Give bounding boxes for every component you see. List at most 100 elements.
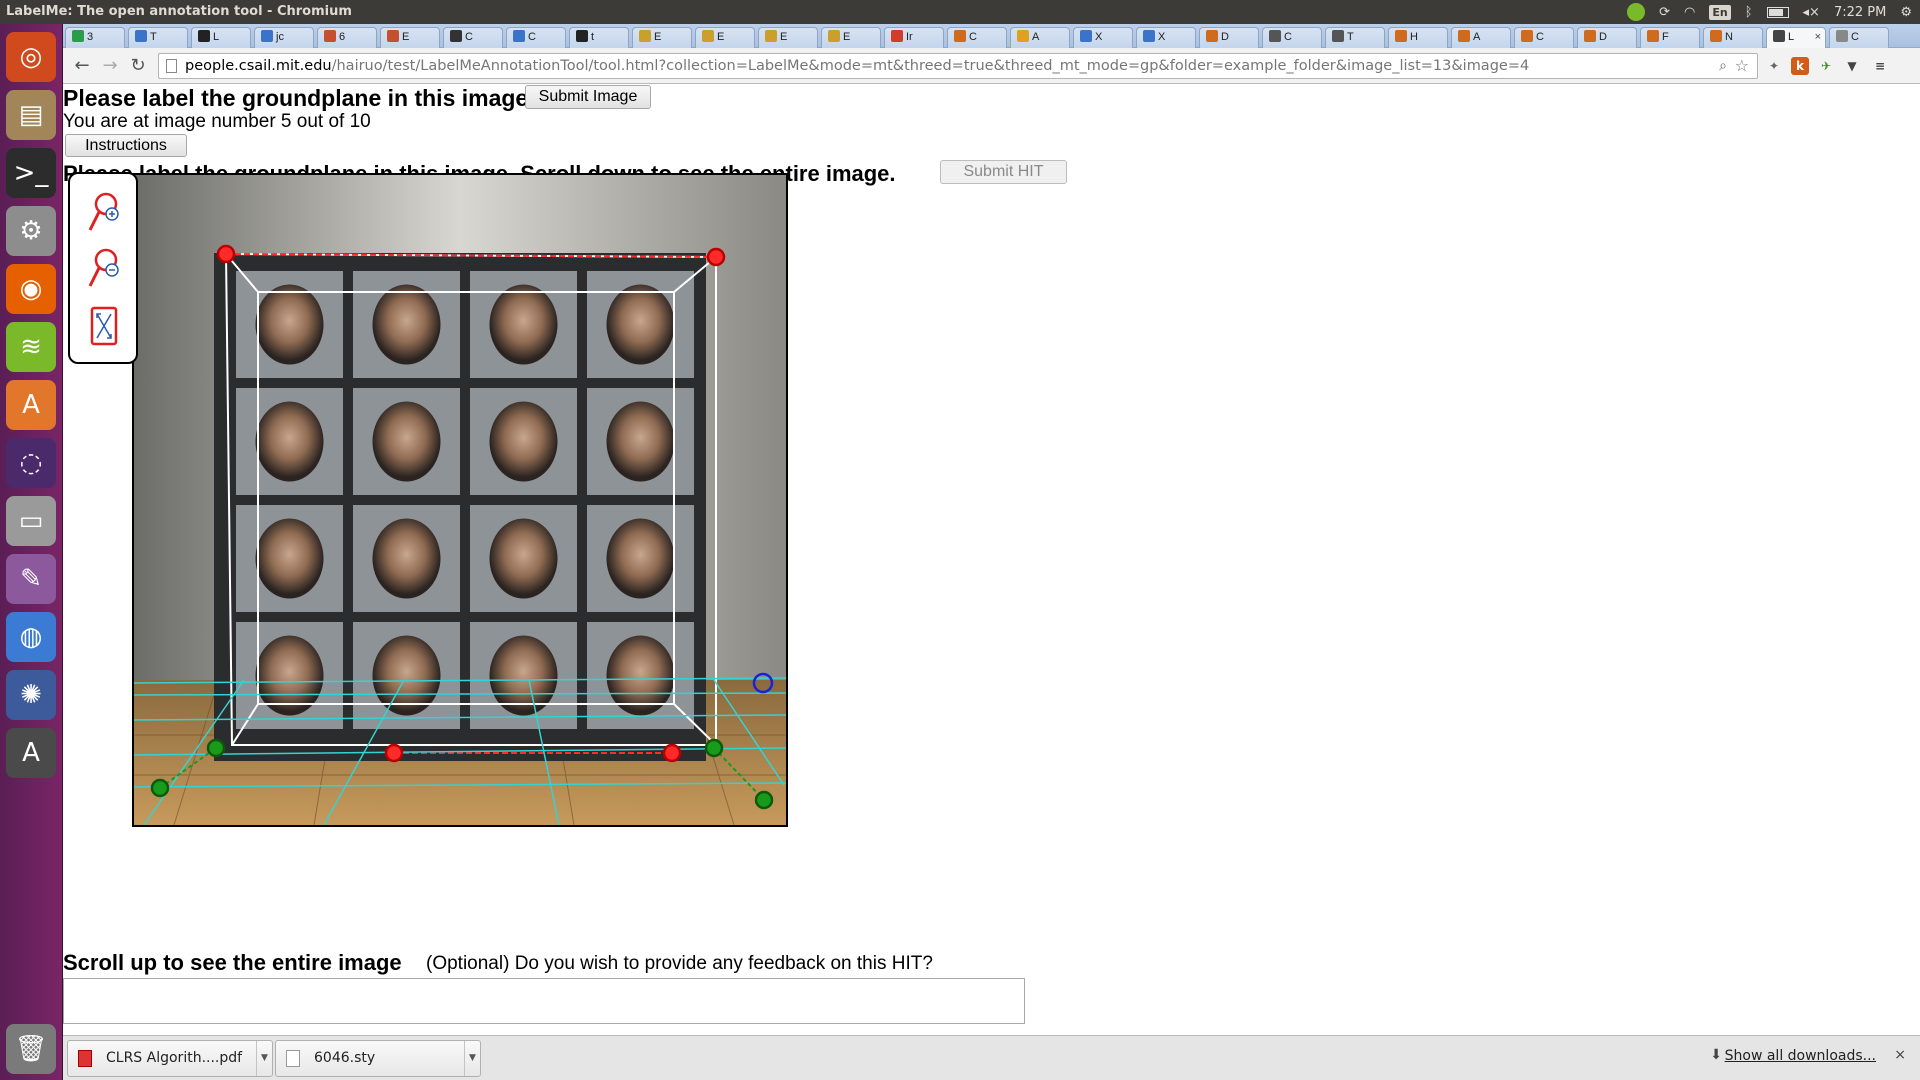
- browser-tab[interactable]: A: [1010, 27, 1070, 48]
- extension-badge-icon[interactable]: ✈: [1817, 57, 1835, 75]
- extension-k-icon[interactable]: k: [1791, 57, 1809, 75]
- wifi-icon[interactable]: ◠: [1684, 5, 1695, 20]
- close-shelf-icon[interactable]: ×: [1894, 1047, 1906, 1063]
- sync-icon[interactable]: ⟳: [1659, 5, 1670, 20]
- forward-icon[interactable]: →: [99, 55, 121, 77]
- browser-tab[interactable]: T: [128, 27, 188, 48]
- clock[interactable]: 7:22 PM: [1834, 5, 1886, 20]
- annotation-canvas[interactable]: [132, 173, 788, 827]
- tab-favicon-icon: [135, 30, 147, 42]
- annotation-image[interactable]: [134, 175, 786, 825]
- disk-icon[interactable]: ▭: [6, 496, 56, 546]
- trash-icon[interactable]: 🗑: [6, 1024, 56, 1074]
- tab-favicon-icon: [765, 30, 777, 42]
- browser-tab[interactable]: X: [1136, 27, 1196, 48]
- extension-puzzle-icon[interactable]: ✦: [1765, 57, 1783, 75]
- browser-tab[interactable]: E: [695, 27, 755, 48]
- browser-tab[interactable]: C: [1262, 27, 1322, 48]
- browser-tab[interactable]: 3: [65, 27, 125, 48]
- browser-tab[interactable]: C: [947, 27, 1007, 48]
- zoom-in-icon[interactable]: [86, 190, 122, 234]
- download-filename: CLRS Algorith....pdf: [106, 1050, 243, 1066]
- tab-label: C: [969, 31, 977, 43]
- tab-favicon-icon: [1017, 30, 1029, 42]
- tab-label: A: [1473, 31, 1481, 43]
- show-all-downloads-link[interactable]: Show all downloads...: [1725, 1048, 1876, 1064]
- shotwell-icon[interactable]: ✺: [6, 670, 56, 720]
- tab-strip: 3 T Ljc 6 E C Ct E E E E Ir C A X X D C T H A C D F N L × C: [63, 24, 1920, 48]
- instructions-button[interactable]: Instructions: [65, 134, 187, 157]
- unity-control-icon[interactable]: ◌: [6, 438, 56, 488]
- ubuntu-dash-icon[interactable]: ◎: [6, 32, 56, 82]
- submit-hit-button[interactable]: Submit HIT: [940, 160, 1067, 184]
- reload-icon[interactable]: ↻: [127, 55, 149, 77]
- download-menu-caret[interactable]: ▼: [464, 1041, 480, 1076]
- tab-close-icon[interactable]: ×: [1815, 28, 1821, 47]
- browser-tab[interactable]: Ir: [884, 27, 944, 48]
- text-editor-icon[interactable]: ✎: [6, 554, 56, 604]
- spotify-tray-icon[interactable]: [1627, 3, 1646, 21]
- tab-label: C: [465, 31, 473, 43]
- browser-tab[interactable]: 6: [317, 27, 377, 48]
- zoom-icon[interactable]: ⌕: [1719, 54, 1727, 78]
- browser-tab[interactable]: H: [1388, 27, 1448, 48]
- browser-tab[interactable]: D: [1577, 27, 1637, 48]
- tab-label: L: [1788, 31, 1795, 43]
- session-gear-icon[interactable]: ⚙: [1900, 5, 1912, 20]
- back-icon[interactable]: ←: [71, 55, 93, 77]
- bookmark-star-icon[interactable]: ☆: [1735, 54, 1749, 78]
- terminal-icon[interactable]: >_: [6, 148, 56, 198]
- browser-tab[interactable]: X: [1073, 27, 1133, 48]
- browser-tab[interactable]: E: [758, 27, 818, 48]
- fit-to-screen-icon[interactable]: [86, 304, 122, 348]
- browser-tab[interactable]: C: [506, 27, 566, 48]
- download-shelf: CLRS Algorith....pdf ▼ 6046.sty ▼ ⬇ Show…: [63, 1035, 1920, 1080]
- browser-tab[interactable]: t: [569, 27, 629, 48]
- download-item[interactable]: 6046.sty ▼: [275, 1040, 481, 1077]
- tab-label: C: [1284, 31, 1292, 43]
- submit-image-button[interactable]: Submit Image: [525, 85, 651, 109]
- tab-label: t: [591, 31, 595, 43]
- browser-tab[interactable]: L: [191, 27, 251, 48]
- download-arrow-icon: ⬇: [1710, 1047, 1722, 1063]
- page-icon: [166, 59, 177, 73]
- address-bar[interactable]: people.csail.mit.edu/hairuo/test/LabelMe…: [158, 53, 1758, 79]
- download-item[interactable]: CLRS Algorith....pdf ▼: [67, 1040, 273, 1077]
- keyboard-layout-indicator[interactable]: En: [1709, 4, 1731, 20]
- tab-favicon-icon: [1143, 30, 1155, 42]
- files-icon[interactable]: ▤: [6, 90, 56, 140]
- browser-tab[interactable]: E: [821, 27, 881, 48]
- spotify-icon[interactable]: ≋: [6, 322, 56, 372]
- menu-icon[interactable]: ≡: [1871, 57, 1889, 75]
- system-settings-icon[interactable]: ⚙: [6, 206, 56, 256]
- tab-label: X: [1095, 31, 1103, 43]
- window-title: LabelMe: The open annotation tool - Chro…: [6, 4, 352, 19]
- chromium-icon[interactable]: ◍: [6, 612, 56, 662]
- browser-tab[interactable]: C: [1829, 27, 1889, 48]
- battery-icon[interactable]: [1766, 6, 1789, 18]
- software-center-icon[interactable]: A: [6, 380, 56, 430]
- browser-tab[interactable]: E: [632, 27, 692, 48]
- browser-tab[interactable]: C: [1514, 27, 1574, 48]
- browser-tab[interactable]: D: [1199, 27, 1259, 48]
- firefox-icon[interactable]: ◉: [6, 264, 56, 314]
- zoom-out-icon[interactable]: [86, 246, 122, 290]
- pocket-icon[interactable]: ▼: [1843, 57, 1861, 75]
- tab-label: T: [1347, 31, 1354, 43]
- feedback-textarea[interactable]: [63, 978, 1025, 1024]
- bluetooth-icon[interactable]: ᛒ: [1745, 5, 1753, 20]
- browser-tab[interactable]: jc: [254, 27, 314, 48]
- software-updater-icon[interactable]: A: [6, 728, 56, 778]
- browser-tab[interactable]: N: [1703, 27, 1763, 48]
- tab-favicon-icon: [1332, 30, 1344, 42]
- browser-tab[interactable]: L ×: [1766, 27, 1826, 48]
- browser-tab[interactable]: E: [380, 27, 440, 48]
- browser-tab[interactable]: A: [1451, 27, 1511, 48]
- volume-icon[interactable]: ◂×: [1803, 5, 1820, 20]
- browser-tab[interactable]: F: [1640, 27, 1700, 48]
- browser-tab[interactable]: C: [443, 27, 503, 48]
- download-menu-caret[interactable]: ▼: [256, 1041, 272, 1076]
- tab-label: E: [654, 31, 662, 43]
- browser-tab[interactable]: T: [1325, 27, 1385, 48]
- zoom-tool-palette: [68, 172, 138, 364]
